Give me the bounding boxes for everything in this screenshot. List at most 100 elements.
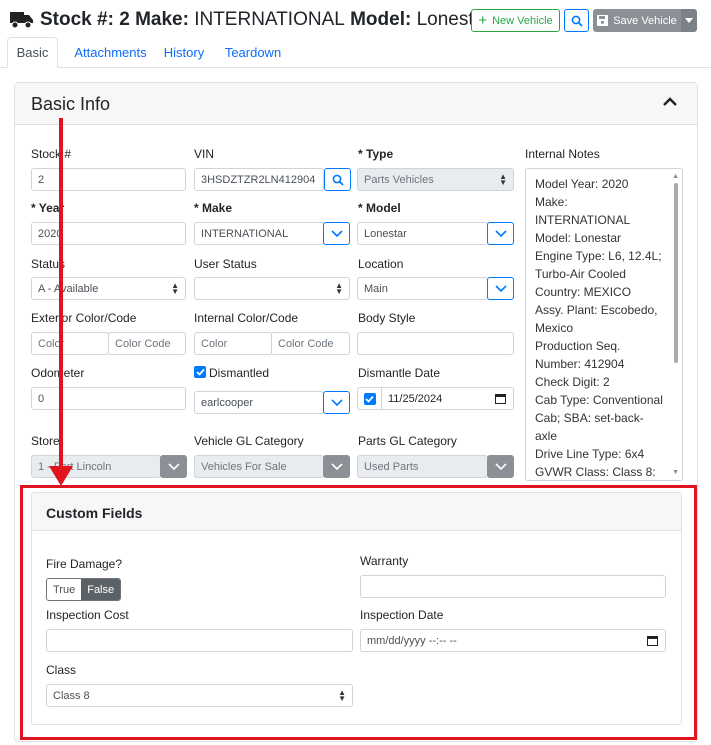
dismantled-by-dropdown-button[interactable] — [323, 391, 350, 414]
title-make-value: INTERNATIONAL — [194, 9, 345, 30]
make-label: * Make — [194, 201, 233, 215]
location-label: Location — [358, 257, 404, 271]
dismantled-by-input[interactable]: earlcooper — [194, 391, 324, 414]
odometer-input[interactable]: 0 — [31, 387, 186, 410]
year-input[interactable]: 2020 — [31, 222, 186, 245]
scroll-up-icon[interactable]: ▲ — [672, 173, 679, 180]
annotation-arrow-line — [59, 118, 63, 470]
make-input[interactable]: INTERNATIONAL — [194, 222, 324, 245]
store-dropdown-button — [160, 455, 187, 478]
location-input[interactable]: Main — [357, 277, 488, 300]
new-vehicle-button[interactable]: + New Vehicle — [471, 9, 560, 32]
annotation-arrow-head — [49, 466, 73, 486]
dismantle-date-value: 11/25/2024 — [388, 392, 443, 405]
status-value: A - Available — [38, 282, 99, 295]
save-options-dropdown[interactable] — [681, 9, 697, 32]
save-vehicle-label: Save Vehicle — [613, 14, 677, 27]
make-dropdown-button[interactable] — [323, 222, 350, 245]
internal-color-label: Internal Color/Code — [194, 311, 299, 325]
model-label: * Model — [358, 201, 401, 215]
chevron-up-icon[interactable] — [662, 96, 678, 108]
vehicle-gl-dropdown-button — [323, 455, 350, 478]
tab-history[interactable]: History — [161, 37, 207, 68]
select-arrows-icon: ▲ ▼ — [171, 281, 179, 296]
internal-color-placeholder: Color — [201, 337, 228, 350]
tab-teardown[interactable]: Teardown — [222, 37, 284, 68]
chevron-down-icon — [167, 462, 180, 470]
exterior-color-code-placeholder: Color Code — [115, 337, 171, 350]
dismantled-checkbox[interactable] — [194, 366, 206, 378]
vehicle-gl-label: Vehicle GL Category — [194, 434, 304, 448]
tab-basic[interactable]: Basic — [7, 37, 58, 68]
internal-notes-text: Model Year: 2020 Make: INTERNATIONAL Mod… — [535, 177, 663, 479]
stock-input[interactable]: 2 — [31, 168, 186, 191]
tab-attachments[interactable]: Attachments — [60, 37, 161, 68]
location-dropdown-button[interactable] — [487, 277, 514, 300]
checkbox-icon — [363, 392, 376, 405]
internal-color-input[interactable]: Color — [194, 332, 272, 355]
body-style-input[interactable] — [357, 332, 514, 355]
parts-gl-dropdown-button — [487, 455, 514, 478]
user-status-select[interactable]: ▲ ▼ — [194, 277, 350, 300]
vin-label: VIN — [194, 147, 215, 161]
odometer-label: Odometer — [31, 366, 85, 380]
body-style-label: Body Style — [358, 311, 416, 325]
type-select: Parts Vehicles ▲ ▼ — [357, 168, 514, 191]
basic-info-title: Basic Info — [31, 94, 111, 114]
dismantle-date-field[interactable]: 11/25/2024 — [357, 387, 514, 410]
title-stock-number: 2 — [119, 9, 130, 30]
internal-notes-label: Internal Notes — [525, 147, 600, 161]
select-arrows-icon: ▲ ▼ — [335, 281, 343, 296]
model-input[interactable]: Lonestar — [357, 222, 488, 245]
chevron-down-icon — [330, 229, 343, 237]
plus-icon: + — [478, 12, 488, 29]
dismantle-date-label: Dismantle Date — [358, 366, 441, 380]
chevron-down-icon — [330, 462, 343, 470]
basic-info-header[interactable] — [15, 83, 697, 125]
tab-bar: Basic Attachments History Teardown — [0, 37, 711, 68]
vin-search-button[interactable] — [324, 168, 351, 191]
search-icon — [571, 15, 583, 27]
chevron-down-icon — [494, 229, 507, 237]
truck-icon — [10, 11, 34, 29]
store-label: Store — [31, 434, 60, 448]
caret-down-icon — [685, 18, 693, 23]
new-vehicle-label: New Vehicle — [492, 14, 553, 27]
exterior-color-input[interactable]: Color — [31, 332, 109, 355]
user-status-label: User Status — [194, 257, 257, 271]
model-dropdown-button[interactable] — [487, 222, 514, 245]
stock-label: Stock # — [31, 147, 72, 161]
scroll-down-icon[interactable]: ▼ — [672, 469, 679, 476]
chevron-down-icon — [330, 398, 343, 406]
type-value: Parts Vehicles — [364, 173, 434, 186]
dismantled-label: Dismantled — [209, 366, 270, 380]
internal-notes-textarea[interactable]: Model Year: 2020 Make: INTERNATIONAL Mod… — [525, 168, 683, 481]
internal-color-code-placeholder: Color Code — [278, 337, 334, 350]
parts-gl-label: Parts GL Category — [358, 434, 457, 448]
internal-color-code-input[interactable]: Color Code — [271, 332, 350, 355]
vin-input[interactable]: 3HSDZTZR2LN412904 — [194, 168, 324, 191]
exterior-color-label: Exterior Color/Code — [31, 311, 137, 325]
dismantle-date-toggle[interactable] — [358, 388, 382, 409]
checkmark-icon — [195, 368, 205, 376]
type-label: * Type — [358, 147, 394, 161]
save-icon — [597, 15, 609, 26]
parts-gl-input: Used Parts — [357, 455, 488, 478]
title-prefix: Stock #: — [40, 9, 114, 30]
page-title: Stock #: 2 Make: INTERNATIONAL Model: Lo… — [10, 9, 491, 31]
highlight-box — [20, 485, 697, 740]
search-icon — [332, 174, 344, 186]
select-arrows-icon: ▲ ▼ — [499, 172, 507, 187]
title-make-label: Make: — [135, 9, 189, 30]
save-vehicle-button[interactable]: Save Vehicle — [593, 9, 681, 32]
page-header: Stock #: 2 Make: INTERNATIONAL Model: Lo… — [0, 0, 711, 40]
title-model-label: Model: — [350, 9, 412, 30]
status-select[interactable]: A - Available ▲ ▼ — [31, 277, 186, 300]
calendar-icon[interactable] — [495, 393, 506, 404]
chevron-down-icon — [494, 284, 507, 292]
exterior-color-code-input[interactable]: Color Code — [108, 332, 186, 355]
search-button[interactable] — [564, 9, 589, 32]
notes-scrollbar[interactable] — [674, 183, 678, 363]
vehicle-gl-input: Vehicles For Sale — [194, 455, 324, 478]
chevron-down-icon — [494, 462, 507, 470]
